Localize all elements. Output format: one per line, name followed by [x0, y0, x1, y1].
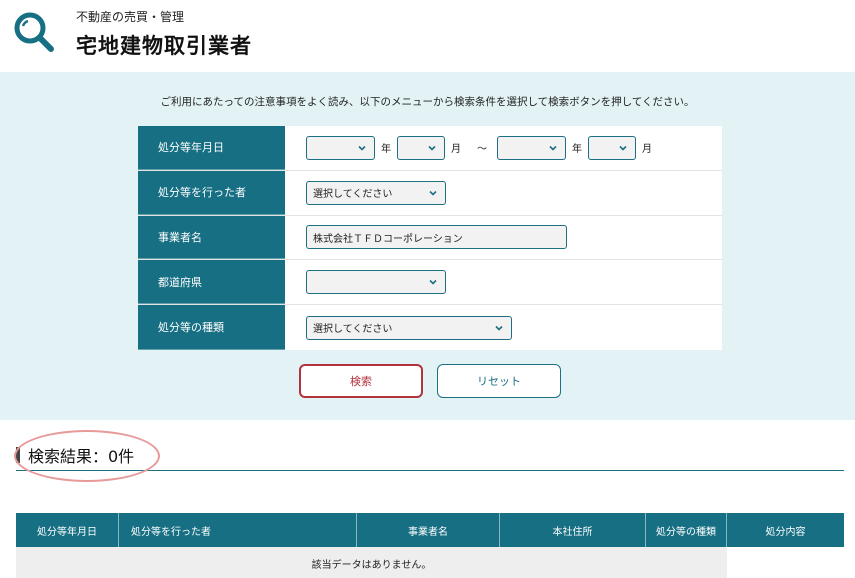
actor-select[interactable]: 選択してください [306, 180, 446, 205]
prefecture-label: 都道府県 [138, 260, 285, 305]
chevron-down-icon [358, 145, 366, 151]
form-row-prefecture: 都道府県 [138, 260, 722, 306]
type-select[interactable]: 選択してください [306, 315, 512, 340]
prefecture-select[interactable] [306, 270, 446, 295]
year-unit: 年 [381, 144, 391, 156]
form-row-company: 事業者名 株式会社ＴＦＤコーポレーション [138, 215, 722, 261]
range-separator: ～ [477, 144, 487, 156]
column-header: 処分等年月日 [16, 513, 119, 547]
to-month-select[interactable] [588, 135, 636, 160]
year-unit: 年 [572, 144, 582, 156]
search-form: 処分等年月日 年 月 ～ 年 月 処分等を行った者 選択してください 事業者名 … [138, 126, 722, 350]
chevron-down-icon [549, 145, 557, 151]
column-header: 処分等を行った者 [119, 513, 357, 547]
column-header: 事業者名 [357, 513, 500, 547]
month-unit: 月 [451, 144, 461, 156]
notice-text: ご利用にあたっての注意事項をよく読み、以下のメニューから検索条件を選択して検索ボ… [160, 96, 695, 108]
chevron-down-icon [495, 325, 503, 331]
company-name-input[interactable]: 株式会社ＴＦＤコーポレーション [306, 225, 567, 250]
company-label: 事業者名 [138, 215, 285, 260]
table-header: 処分等年月日 処分等を行った者 事業者名 本社住所 処分等の種類 処分内容 [16, 513, 844, 547]
month-unit: 月 [642, 144, 652, 156]
page-header: 不動産の売買・管理 宅地建物取引業者 [0, 0, 855, 72]
from-month-select[interactable] [397, 135, 445, 160]
chevron-down-icon [429, 190, 437, 196]
column-header: 本社住所 [500, 513, 646, 547]
column-header: 処分等の種類 [646, 513, 727, 547]
result-table: 処分等年月日 処分等を行った者 事業者名 本社住所 処分等の種類 処分内容 該当… [16, 513, 844, 578]
from-year-select[interactable] [306, 135, 375, 160]
to-year-select[interactable] [497, 135, 566, 160]
type-label: 処分等の種類 [138, 305, 285, 350]
highlight-annotation [14, 430, 160, 482]
column-header: 処分内容 [765, 526, 806, 538]
chevron-down-icon [429, 280, 437, 285]
chevron-down-icon [428, 145, 436, 151]
date-label: 処分等年月日 [138, 126, 285, 170]
page-title: 宅地建物取引業者 [76, 34, 252, 58]
form-row-type: 処分等の種類 選択してください [138, 305, 722, 350]
form-row-actor: 処分等を行った者 選択してください [138, 170, 722, 216]
header-subtitle: 不動産の売買・管理 [76, 10, 185, 24]
reset-button[interactable]: リセット [437, 364, 561, 398]
actor-label: 処分等を行った者 [138, 170, 285, 215]
empty-message: 該当データはありません。 [16, 547, 727, 578]
search-panel: ご利用にあたっての注意事項をよく読み、以下のメニューから検索条件を選択して検索ボ… [0, 72, 855, 420]
magnifier-icon [14, 12, 54, 52]
search-button[interactable]: 検索 [299, 364, 423, 398]
form-row-date: 処分等年月日 年 月 ～ 年 月 [138, 126, 722, 171]
chevron-down-icon [619, 145, 627, 151]
